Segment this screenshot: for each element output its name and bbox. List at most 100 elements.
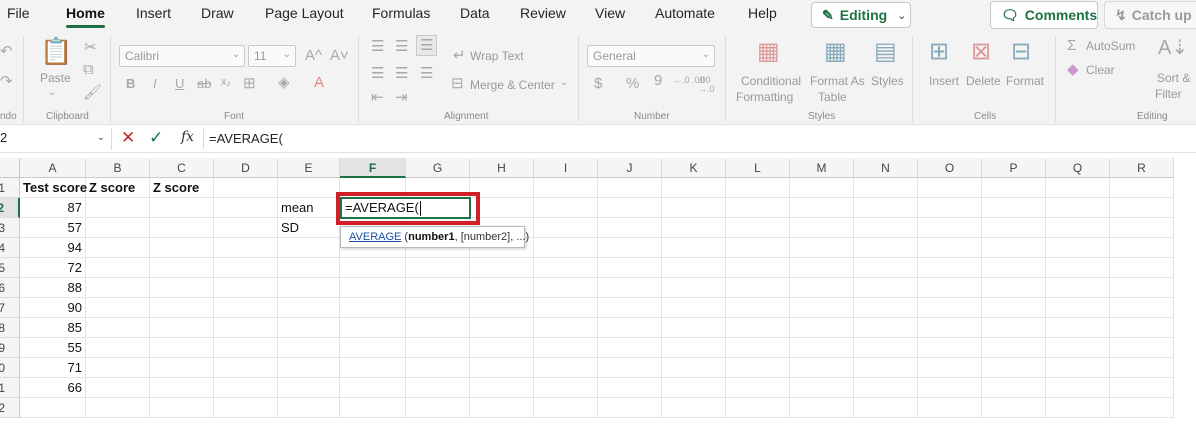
tab-automate[interactable]: Automate — [655, 5, 715, 21]
cell-m9[interactable] — [790, 338, 854, 358]
cancel-icon[interactable]: ✕ — [121, 128, 135, 148]
cell-h12[interactable] — [470, 398, 534, 418]
cell-j2[interactable] — [598, 198, 662, 218]
cell-j6[interactable] — [598, 278, 662, 298]
cell-o6[interactable] — [918, 278, 982, 298]
cell-i6[interactable] — [534, 278, 598, 298]
cell-a4[interactable]: 94 — [20, 238, 86, 258]
cell-e3[interactable]: SD — [278, 218, 340, 238]
cell-a9[interactable]: 55 — [20, 338, 86, 358]
eraser-icon[interactable]: ◆ — [1067, 62, 1079, 77]
italic-button[interactable]: I — [153, 77, 157, 90]
row-header[interactable]: 7 — [0, 298, 20, 318]
delete-cells-icon[interactable]: ⊠ — [971, 40, 991, 64]
autosum-button[interactable]: AutoSum — [1086, 39, 1135, 53]
cell-g11[interactable] — [406, 378, 470, 398]
cell-c9[interactable] — [150, 338, 214, 358]
conditional-formatting-label-2[interactable]: Formatting — [736, 90, 793, 104]
cell-r7[interactable] — [1110, 298, 1174, 318]
format-cells-button[interactable]: Format — [1006, 74, 1044, 88]
tab-data[interactable]: Data — [460, 5, 490, 21]
font-color-icon[interactable]: A — [314, 75, 324, 90]
copy-icon[interactable]: ⧉ — [83, 62, 94, 77]
cell-r6[interactable] — [1110, 278, 1174, 298]
cell-h6[interactable] — [470, 278, 534, 298]
wrap-text-button[interactable]: Wrap Text — [470, 49, 524, 63]
cell-e11[interactable] — [278, 378, 340, 398]
tab-review[interactable]: Review — [520, 5, 566, 21]
cell-f5[interactable] — [340, 258, 406, 278]
cell-r8[interactable] — [1110, 318, 1174, 338]
cell-q4[interactable] — [1046, 238, 1110, 258]
cell-r9[interactable] — [1110, 338, 1174, 358]
cell-l1[interactable] — [726, 178, 790, 198]
cell-q8[interactable] — [1046, 318, 1110, 338]
cell-n12[interactable] — [854, 398, 918, 418]
active-cell-editor[interactable]: =AVERAGE( — [340, 197, 471, 219]
cell-b9[interactable] — [86, 338, 150, 358]
row-header[interactable]: 4 — [0, 238, 20, 258]
cell-k2[interactable] — [662, 198, 726, 218]
cell-c3[interactable] — [150, 218, 214, 238]
cell-j1[interactable] — [598, 178, 662, 198]
row-header[interactable]: 6 — [0, 278, 20, 298]
shrink-font-icon[interactable]: A˅ — [330, 48, 349, 63]
cell-d3[interactable] — [214, 218, 278, 238]
cell-j8[interactable] — [598, 318, 662, 338]
cell-o5[interactable] — [918, 258, 982, 278]
cell-m10[interactable] — [790, 358, 854, 378]
cell-j11[interactable] — [598, 378, 662, 398]
cell-j9[interactable] — [598, 338, 662, 358]
cell-m4[interactable] — [790, 238, 854, 258]
align-top-icon[interactable]: ☰ — [371, 39, 384, 54]
cell-k12[interactable] — [662, 398, 726, 418]
enter-icon[interactable]: ✓ — [149, 128, 163, 148]
cell-i3[interactable] — [534, 218, 598, 238]
cell-l10[interactable] — [726, 358, 790, 378]
column-header-n[interactable]: N — [854, 158, 918, 178]
cell-d2[interactable] — [214, 198, 278, 218]
cell-o4[interactable] — [918, 238, 982, 258]
column-header-r[interactable]: R — [1110, 158, 1174, 178]
cell-q10[interactable] — [1046, 358, 1110, 378]
cell-o10[interactable] — [918, 358, 982, 378]
cell-i12[interactable] — [534, 398, 598, 418]
cell-g12[interactable] — [406, 398, 470, 418]
column-header-d[interactable]: D — [214, 158, 278, 178]
cell-c6[interactable] — [150, 278, 214, 298]
cell-q3[interactable] — [1046, 218, 1110, 238]
cell-c5[interactable] — [150, 258, 214, 278]
cell-q9[interactable] — [1046, 338, 1110, 358]
cell-j3[interactable] — [598, 218, 662, 238]
row-header[interactable]: 1 — [0, 378, 20, 398]
cell-k8[interactable] — [662, 318, 726, 338]
cell-h5[interactable] — [470, 258, 534, 278]
tab-insert[interactable]: Insert — [136, 5, 171, 21]
cell-i8[interactable] — [534, 318, 598, 338]
cell-c4[interactable] — [150, 238, 214, 258]
row-header[interactable]: 9 — [0, 338, 20, 358]
cell-l9[interactable] — [726, 338, 790, 358]
cell-e1[interactable] — [278, 178, 340, 198]
cell-a3[interactable]: 57 — [20, 218, 86, 238]
cell-d1[interactable] — [214, 178, 278, 198]
cell-n10[interactable] — [854, 358, 918, 378]
cell-i2[interactable] — [534, 198, 598, 218]
align-middle-icon[interactable]: ☰ — [395, 39, 408, 54]
chevron-down-icon[interactable]: ⌄ — [560, 78, 568, 88]
cell-d4[interactable] — [214, 238, 278, 258]
cell-l4[interactable] — [726, 238, 790, 258]
merge-center-icon[interactable]: ⊟ — [451, 76, 464, 91]
format-as-table-label-2[interactable]: Table — [818, 90, 847, 104]
cell-i4[interactable] — [534, 238, 598, 258]
increase-indent-icon[interactable]: ⇥ — [395, 90, 408, 105]
format-as-table-icon[interactable]: ▦ — [824, 40, 847, 64]
cell-p6[interactable] — [982, 278, 1046, 298]
cell-d5[interactable] — [214, 258, 278, 278]
underline-button[interactable]: U — [175, 77, 184, 90]
cell-q6[interactable] — [1046, 278, 1110, 298]
cell-c11[interactable] — [150, 378, 214, 398]
cell-a12[interactable] — [20, 398, 86, 418]
column-header-p[interactable]: P — [982, 158, 1046, 178]
cell-m7[interactable] — [790, 298, 854, 318]
